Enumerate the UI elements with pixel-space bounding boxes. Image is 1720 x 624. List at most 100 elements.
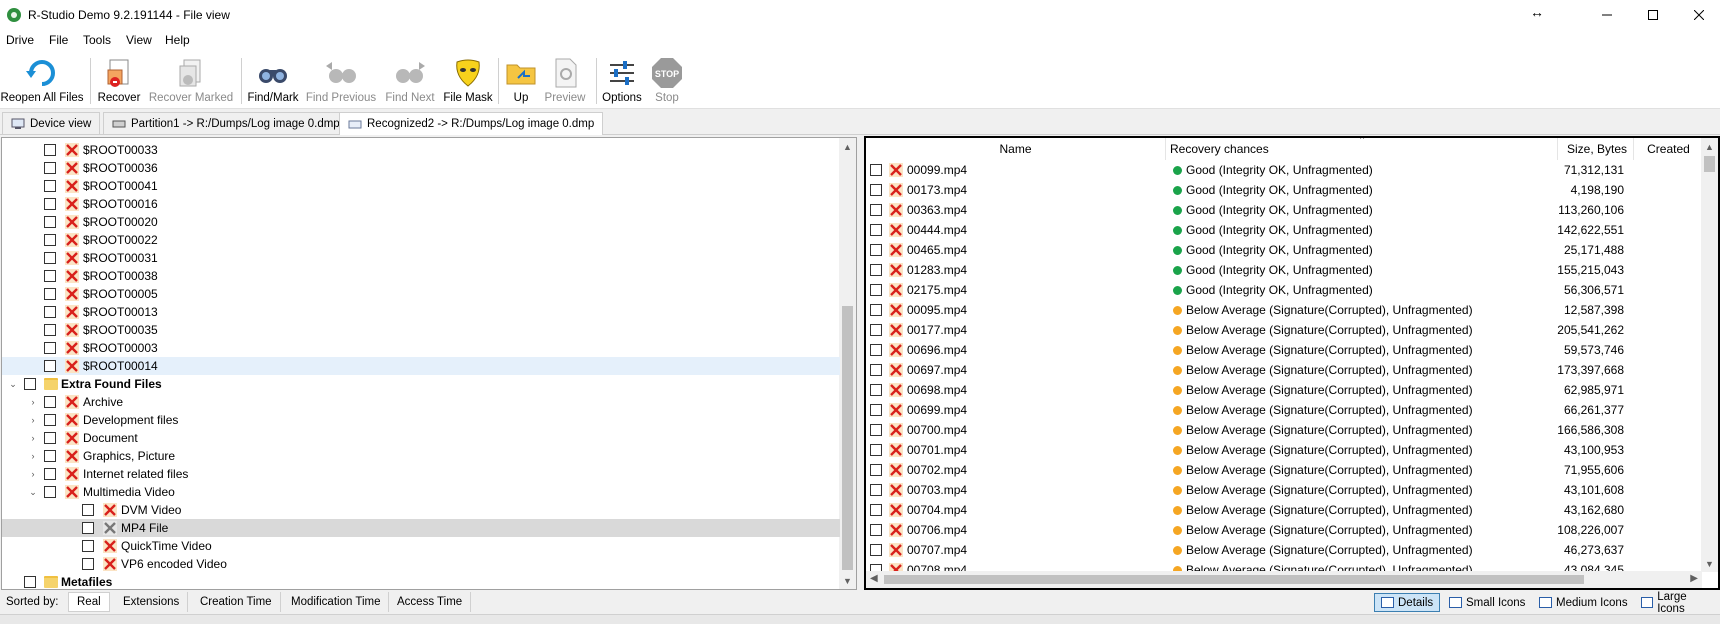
sort-tab-access-time[interactable]: Access Time [389,592,472,612]
scroll-left-arrow-icon[interactable]: ◀ [870,573,878,584]
table-row[interactable]: 00173.mp4 Good (Integrity OK, Unfragmente… [866,180,1704,200]
view-medium-icons-button[interactable]: Medium Icons [1532,593,1635,612]
table-row[interactable]: 00465.mp4 Good (Integrity OK, Unfragmente… [866,240,1704,260]
tree-item-root[interactable]: $ROOT00038 [2,267,840,285]
table-row[interactable]: 02175.mp4 Good (Integrity OK, Unfragmente… [866,280,1704,300]
tree-item-extra-found-files[interactable]: ⌄ Extra Found Files [2,375,840,393]
file-mask-button[interactable]: File Mask [442,56,494,108]
tree-item-root[interactable]: $ROOT00031 [2,249,840,267]
tree-item-root[interactable]: $ROOT00020 [2,213,840,231]
scroll-right-arrow-icon[interactable]: ▶ [1690,573,1698,584]
table-row[interactable]: 00444.mp4 Good (Integrity OK, Unfragmente… [866,220,1704,240]
scroll-up-arrow-icon[interactable]: ▲ [839,138,856,155]
expand-toggle-icon[interactable]: › [28,451,38,461]
column-name[interactable]: Name [866,138,1166,160]
table-row[interactable]: 00700.mp4 Below Average (Signature(Corrup… [866,420,1704,440]
tree-item-category[interactable]: › Graphics, Picture [2,447,840,465]
tree-checkbox[interactable] [44,396,56,408]
find-previous-button[interactable]: Find Previous [306,56,376,108]
tree-item-category[interactable]: › Internet related files [2,465,840,483]
maximize-button[interactable] [1630,0,1676,30]
list-horizontal-scrollbar[interactable]: ◀ ▶ [866,571,1702,588]
list-hscroll-thumb[interactable] [884,575,1584,584]
tab-partition1[interactable]: Partition1 -> R:/Dumps/Log image 0.dmp [103,112,349,134]
column-created[interactable]: Created [1634,138,1704,160]
row-checkbox[interactable] [870,404,882,416]
row-checkbox[interactable] [870,444,882,456]
expand-toggle-icon[interactable]: › [28,433,38,443]
table-row[interactable]: 00703.mp4 Below Average (Signature(Corrup… [866,480,1704,500]
menu-drive[interactable]: Drive [6,33,34,47]
expand-toggle-icon[interactable]: › [28,469,38,479]
tree-item-root[interactable]: $ROOT00016 [2,195,840,213]
tree-checkbox[interactable] [44,324,56,336]
sort-tab-creation-time[interactable]: Creation Time [192,592,281,612]
expand-toggle-icon[interactable]: › [28,397,38,407]
row-checkbox[interactable] [870,184,882,196]
row-checkbox[interactable] [870,524,882,536]
tab-recognized2[interactable]: Recognized2 -> R:/Dumps/Log image 0.dmp [339,112,604,135]
row-checkbox[interactable] [870,324,882,336]
tree-item-root[interactable]: $ROOT00041 [2,177,840,195]
sort-tab-real[interactable]: Real [68,592,110,612]
row-checkbox[interactable] [870,224,882,236]
row-checkbox[interactable] [870,544,882,556]
tree-checkbox[interactable] [44,162,56,174]
table-row[interactable]: 00697.mp4 Below Average (Signature(Corrup… [866,360,1704,380]
tree-checkbox[interactable] [44,270,56,282]
list-vertical-scrollbar[interactable]: ▲ ▼ [1701,138,1718,572]
tree-item-category[interactable]: ⌄ Multimedia Video [2,483,840,501]
tree-vertical-scrollbar[interactable]: ▲ ▼ [839,138,856,589]
row-checkbox[interactable] [870,284,882,296]
tree-item-category[interactable]: › Development files [2,411,840,429]
tree-checkbox[interactable] [82,558,94,570]
minimize-button[interactable] [1584,0,1630,30]
tab-device-view[interactable]: Device view [2,112,101,134]
up-button[interactable]: Up [502,56,540,108]
stop-button[interactable]: STOP Stop [648,56,686,108]
list-scroll-up-arrow-icon[interactable]: ▲ [1701,138,1718,155]
tree-item-root[interactable]: $ROOT00022 [2,231,840,249]
tree-item-root[interactable]: $ROOT00036 [2,159,840,177]
table-row[interactable]: 00704.mp4 Below Average (Signature(Corrup… [866,500,1704,520]
tree-scroll-thumb[interactable] [842,306,853,570]
tree-item-video[interactable]: DVM Video [2,501,840,519]
tree-checkbox[interactable] [44,306,56,318]
menu-help[interactable]: Help [165,33,190,47]
find-next-button[interactable]: Find Next [382,56,438,108]
view-large-icons-button[interactable]: Large Icons [1634,591,1720,615]
tree-item-root[interactable]: $ROOT00014 [2,357,840,375]
tree-checkbox[interactable] [24,576,36,588]
list-scroll-down-arrow-icon[interactable]: ▼ [1701,555,1718,572]
tree-item-metafiles[interactable]: Metafiles [2,573,840,589]
row-checkbox[interactable] [870,504,882,516]
expand-toggle-icon[interactable]: ⌄ [28,487,38,498]
table-row[interactable]: 00696.mp4 Below Average (Signature(Corrup… [866,340,1704,360]
tree-checkbox[interactable] [44,216,56,228]
tree-item-root[interactable]: $ROOT00005 [2,285,840,303]
tree-item-root[interactable]: $ROOT00003 [2,339,840,357]
expand-toggle-icon[interactable]: ⌄ [8,379,18,390]
table-row[interactable]: 00095.mp4 Below Average (Signature(Corrup… [866,300,1704,320]
sort-tab-extensions[interactable]: Extensions [115,592,189,612]
recover-button[interactable]: Recover [96,56,142,108]
list-scroll-thumb[interactable] [1704,156,1715,172]
table-row[interactable]: 00706.mp4 Below Average (Signature(Corrup… [866,520,1704,540]
row-checkbox[interactable] [870,424,882,436]
column-size[interactable]: Size, Bytes [1558,138,1634,160]
find-mark-button[interactable]: Find/Mark [246,56,300,108]
row-checkbox[interactable] [870,304,882,316]
table-row[interactable]: 00702.mp4 Below Average (Signature(Corrup… [866,460,1704,480]
tree-item-category[interactable]: › Archive [2,393,840,411]
tree-checkbox[interactable] [44,180,56,192]
file-list-panel[interactable]: Name Recovery chances ^ Size, Bytes Crea… [864,136,1720,590]
tree-checkbox[interactable] [24,378,36,390]
tree-checkbox[interactable] [44,360,56,372]
menu-file[interactable]: File [49,33,68,47]
row-checkbox[interactable] [870,164,882,176]
tree-item-video[interactable]: QuickTime Video [2,537,840,555]
table-row[interactable]: 01283.mp4 Good (Integrity OK, Unfragmente… [866,260,1704,280]
tree-item-root[interactable]: $ROOT00033 [2,141,840,159]
tree-checkbox[interactable] [44,198,56,210]
table-row[interactable]: 00363.mp4 Good (Integrity OK, Unfragmente… [866,200,1704,220]
